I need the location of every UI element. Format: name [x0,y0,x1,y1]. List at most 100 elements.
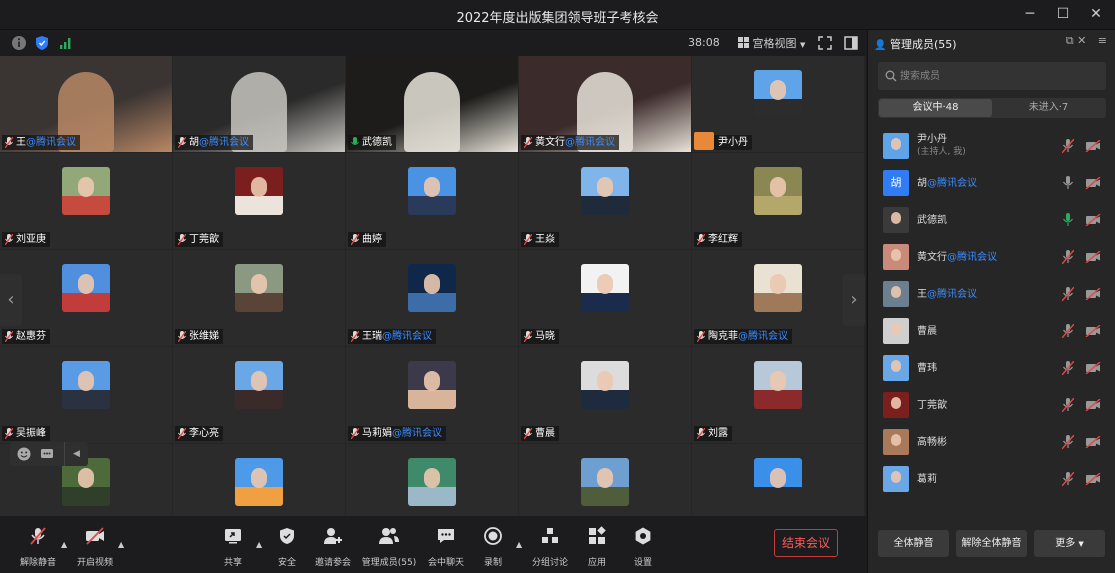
mic-muted-icon[interactable] [1062,472,1074,486]
maximize-icon[interactable]: ☐ [1052,4,1074,24]
minimize-icon[interactable]: ─ [1019,4,1041,24]
participant-tile[interactable]: 曲婷 [346,153,518,249]
participant-tile[interactable]: 王@腾讯会议 [0,56,172,152]
participant-tile[interactable]: 赵惠芬 [0,250,172,346]
settings-button[interactable]: 设置 [615,526,671,570]
member-row[interactable]: 葛莉 [868,461,1115,498]
meeting-toolbar-top: 38:08 宫格视图 ▼ [0,30,866,56]
mic-muted-icon[interactable] [1062,398,1074,412]
chat-bubble-icon[interactable] [39,446,55,462]
invite-button[interactable]: 邀请参会 [305,526,361,570]
participant-tile[interactable]: 王瑞@腾讯会议 [346,250,518,346]
fullscreen-icon[interactable] [816,34,834,52]
menu-icon[interactable]: ≡ [1098,34,1107,47]
participant-tile[interactable]: 黄文行@腾讯会议 [519,56,691,152]
member-row[interactable]: 曹晨 [868,313,1115,350]
member-name-block: 黄文行@腾讯会议 [917,251,997,264]
member-row[interactable]: 曹玮 [868,350,1115,387]
camera-off-icon[interactable] [1085,399,1101,411]
panel-header: 👤 管理成员(55) [874,36,957,52]
camera-off-icon[interactable] [1085,177,1101,189]
mic-icon[interactable] [1062,176,1074,190]
participant-tile[interactable] [519,444,691,516]
close-panel-icon[interactable]: ✕ [1077,34,1086,47]
member-name: 曹晨 [917,326,937,337]
participant-tile[interactable]: 胡@腾讯会议 [173,56,345,152]
participant-tile[interactable]: 刘亚庚 [0,153,172,249]
camera-off-icon[interactable] [1085,288,1101,300]
participant-name: 马晓 [535,331,555,342]
mic-muted-icon [697,428,705,439]
participant-tile[interactable]: 马莉娟@腾讯会议 [346,347,518,443]
participant-tile[interactable]: 吴振峰 [0,347,172,443]
mic-muted-icon [697,234,705,245]
end-meeting-button[interactable]: 结束会议 [774,529,838,557]
breakout-label: 分组讨论 [531,558,568,568]
mic-muted-icon [351,234,359,245]
collapse-icon[interactable]: ◀ [64,442,88,466]
prev-page-button[interactable]: ‹ [0,274,22,326]
member-row[interactable]: 高畅彬 [868,424,1115,461]
participant-tile[interactable] [692,444,864,516]
record-button[interactable]: 录制 [465,526,521,570]
participant-tile[interactable] [173,444,345,516]
participant-tile[interactable]: 尹小丹 [692,56,864,152]
camera-off-icon[interactable] [1085,214,1101,226]
mic-icon[interactable] [1062,213,1074,227]
member-row[interactable]: 尹小丹 (主持人, 我) [868,128,1115,165]
video-options-caret[interactable]: ▲ [118,540,124,549]
participant-tile[interactable]: 刘露 [692,347,864,443]
participant-tile[interactable]: 曹晨 [519,347,691,443]
participant-tile[interactable]: 王焱 [519,153,691,249]
popout-icon[interactable]: ⧉ [1066,34,1074,47]
mic-muted-icon[interactable] [1062,250,1074,264]
mute-all-button[interactable]: 全体静音 [878,530,949,557]
mic-muted-icon[interactable] [1062,435,1074,449]
participant-tile[interactable]: 李红辉 [692,153,864,249]
member-search[interactable] [878,62,1106,90]
search-input[interactable] [900,68,1090,84]
next-page-button[interactable]: › [843,274,865,326]
manage-members-button[interactable]: 管理成员(55) [361,526,417,570]
tab-in-meeting[interactable]: 会议中·48 [879,99,992,117]
participant-tile[interactable] [346,444,518,516]
camera-off-icon[interactable] [1085,325,1101,337]
camera-off-icon[interactable] [1085,251,1101,263]
participant-tile[interactable]: 丁莞歆 [173,153,345,249]
participant-name-label: 尹小丹 [694,132,752,150]
breakout-rooms-icon [542,528,558,543]
avatar-head [251,468,267,488]
camera-off-icon[interactable] [1085,436,1101,448]
member-row[interactable]: 胡胡@腾讯会议 [868,165,1115,202]
member-row[interactable]: 黄文行@腾讯会议 [868,239,1115,276]
camera-off-icon[interactable] [1085,473,1101,485]
mic-muted-icon[interactable] [1062,287,1074,301]
start-video-button[interactable]: 开启视频 [67,526,123,570]
close-icon[interactable]: ✕ [1085,4,1107,24]
unmute-all-button[interactable]: 解除全体静音 [956,530,1027,557]
member-row[interactable]: 丁莞歆 [868,387,1115,424]
emoji-icon[interactable] [16,446,32,462]
unmute-button[interactable]: 解除静音 [10,526,66,570]
participant-tile[interactable]: 李心亮 [173,347,345,443]
member-row[interactable]: 王@腾讯会议 [868,276,1115,313]
sidebar-toggle-icon[interactable] [842,34,860,52]
member-row[interactable]: 武德凯 [868,202,1115,239]
avatar [754,70,802,118]
participant-tile[interactable]: 马晓 [519,250,691,346]
more-button[interactable]: 更多 ▼ [1034,530,1105,557]
camera-off-icon[interactable] [1085,140,1101,152]
participant-tile[interactable]: 陶克菲@腾讯会议 [692,250,864,346]
participant-tile[interactable]: 张维娣 [173,250,345,346]
info-icon[interactable] [10,34,28,52]
shield-icon[interactable] [33,34,51,52]
mic-muted-icon[interactable] [1062,324,1074,338]
camera-off-icon[interactable] [1085,362,1101,374]
share-button[interactable]: 共享 [205,526,261,570]
mic-muted-icon[interactable] [1062,361,1074,375]
avatar [235,458,283,506]
tab-not-joined[interactable]: 未进入·7 [992,99,1105,117]
view-mode-button[interactable]: 宫格视图 ▼ [738,35,805,51]
mic-muted-icon[interactable] [1062,139,1074,153]
participant-tile[interactable]: 武德凯 [346,56,518,152]
